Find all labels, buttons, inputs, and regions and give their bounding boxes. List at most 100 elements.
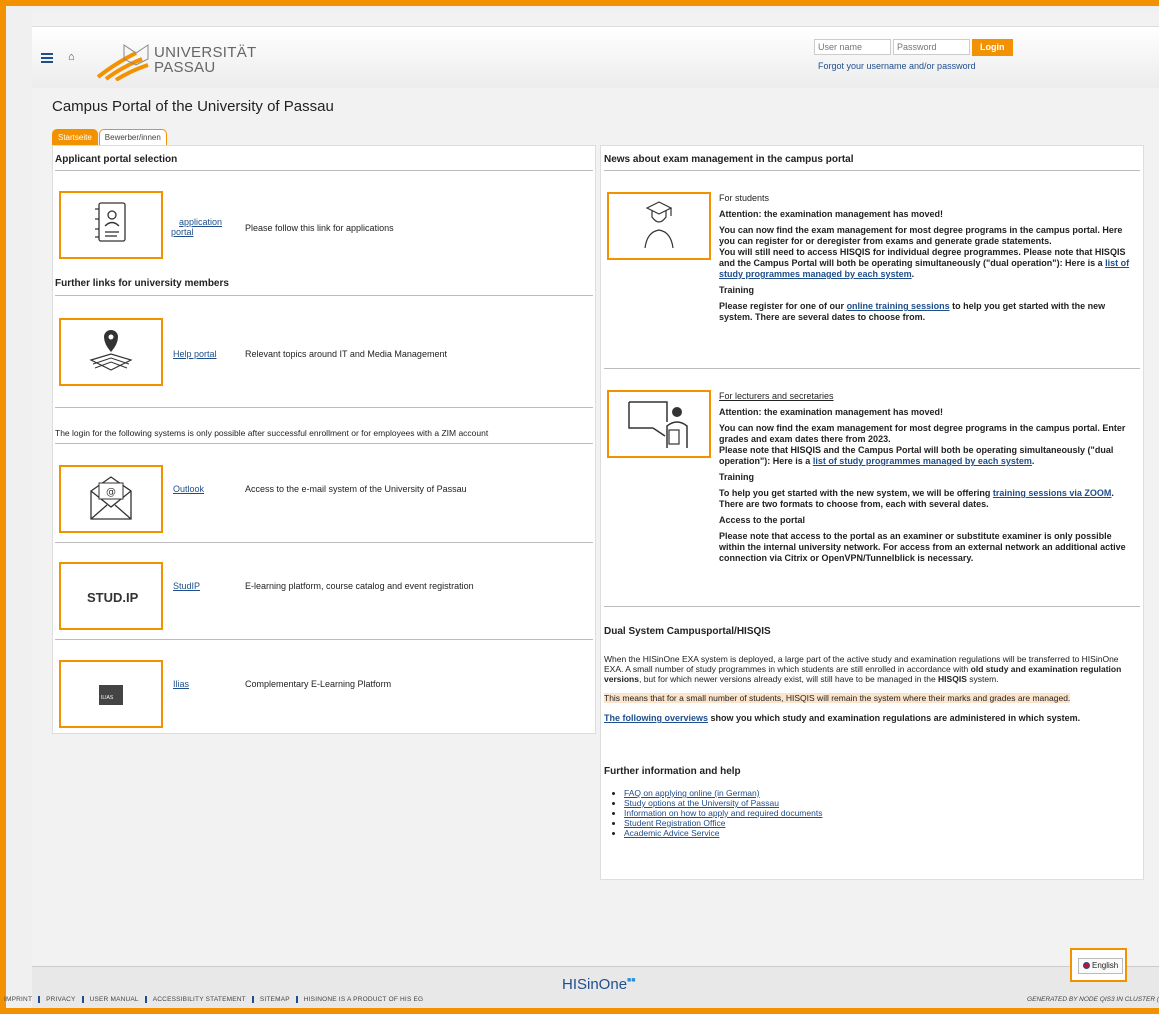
forgot-credentials-link[interactable]: Forgot your username and/or password: [818, 61, 976, 71]
divider: [55, 639, 593, 640]
presenter-board-icon: [628, 401, 688, 448]
application-icon-box[interactable]: [59, 191, 163, 259]
university-logo[interactable]: UNIVERSITÄT PASSAU: [96, 41, 257, 82]
home-icon[interactable]: ⌂: [68, 51, 75, 63]
lecturers-p1: You can now find the exam management for…: [719, 423, 1126, 444]
map-pin-book-icon: [89, 330, 133, 371]
right-panel: News about exam management in the campus…: [600, 145, 1144, 880]
list-item: Study options at the University of Passa…: [624, 798, 822, 808]
outlook-desc: Access to the e-mail system of the Unive…: [245, 484, 467, 494]
hisinone-logo: HISinOne■■: [562, 976, 636, 993]
studip-icon-box[interactable]: STUD.IP: [59, 562, 163, 630]
faq-link[interactable]: FAQ on applying online (in German): [624, 788, 760, 798]
help-portal-desc: Relevant topics around IT and Media Mana…: [245, 349, 447, 359]
news-title: News about exam management in the campus…: [604, 154, 854, 165]
login-form: Login: [814, 39, 1013, 56]
password-input[interactable]: [893, 39, 970, 55]
envelope-icon: @: [90, 476, 132, 520]
help-list: FAQ on applying online (in German) Study…: [604, 788, 822, 838]
application-desc: Please follow this link for applications: [245, 223, 394, 233]
list-item: Student Registration Office: [624, 818, 822, 828]
footer-his-link[interactable]: HISINONE IS A PRODUCT OF HIS EG: [304, 996, 424, 1003]
apply-info-link[interactable]: Information on how to apply and required…: [624, 808, 822, 818]
username-input[interactable]: [814, 39, 891, 55]
studip-desc: E-learning platform, course catalog and …: [245, 581, 474, 591]
header: ⌂ UNIVERSITÄT PASSAU Login Forgot your u…: [32, 26, 1159, 88]
list-item: Information on how to apply and required…: [624, 808, 822, 818]
left-panel: Applicant portal selection application p…: [52, 145, 596, 734]
lecturers-attention: Attention: the examination management ha…: [719, 407, 944, 417]
svg-text:@: @: [106, 487, 116, 498]
application-portal-link[interactable]: application portal: [171, 217, 222, 237]
tab-startseite[interactable]: Startseite: [52, 129, 98, 145]
page-content: ⌂ UNIVERSITÄT PASSAU Login Forgot your u…: [4, 12, 1159, 1008]
outlook-link[interactable]: Outlook: [173, 484, 204, 494]
advice-service-link[interactable]: Academic Advice Service: [624, 828, 719, 838]
ilias-icon-box[interactable]: ILIAS: [59, 660, 163, 728]
lecturers-training-heading: Training: [719, 472, 755, 482]
dual-system-text: When the HISinOne EXA system is deployed…: [604, 654, 1122, 723]
studip-logo: STUD.IP: [87, 590, 139, 605]
outlook-icon-box[interactable]: @: [59, 465, 163, 533]
list-item: FAQ on applying online (in German): [624, 788, 822, 798]
students-training-heading: Training: [719, 285, 755, 295]
lecturers-heading-link[interactable]: For lecturers and secretaries: [719, 391, 834, 401]
access-heading: Access to the portal: [719, 515, 806, 525]
divider: [55, 295, 593, 296]
help-portal-icon-box[interactable]: [59, 318, 163, 386]
logo-text-line2: PASSAU: [154, 59, 216, 76]
tab-bewerber[interactable]: Bewerber/innen: [98, 129, 167, 145]
tab-bar: Startseite Bewerber/innen: [52, 129, 168, 145]
address-book-icon: [95, 202, 126, 242]
study-options-link[interactable]: Study options at the University of Passa…: [624, 798, 779, 808]
students-p1: You can now find the exam management for…: [719, 225, 1123, 246]
dual-highlight: This means that for a small number of st…: [604, 693, 1071, 703]
graduate-icon: [644, 201, 674, 249]
students-icon-box: [607, 192, 711, 260]
students-news: For students Attention: the examination …: [719, 193, 1137, 328]
lecturers-list-link[interactable]: list of study programmes managed by each…: [813, 456, 1032, 466]
footer-sitemap-link[interactable]: SITEMAP: [260, 996, 290, 1003]
footer: HISinOne■■ IMPRINT PRIVACY USER MANUAL ACCE…: [4, 966, 1159, 1008]
overviews-link[interactable]: The following overviews: [604, 713, 708, 723]
registration-office-link[interactable]: Student Registration Office: [624, 818, 725, 828]
generated-by-text: GENERATED BY NODE QIS3 IN CLUSTER (: [1027, 996, 1159, 1003]
help-title: Further information and help: [604, 766, 741, 777]
applicant-portal-title: Applicant portal selection: [55, 154, 178, 165]
footer-privacy-link[interactable]: PRIVACY: [46, 996, 75, 1003]
further-links-title: Further links for university members: [55, 278, 229, 289]
language-selector-box: English: [1070, 948, 1127, 982]
footer-accessibility-link[interactable]: ACCESSIBILITY STATEMENT: [153, 996, 246, 1003]
divider: [604, 368, 1140, 369]
list-item: Academic Advice Service: [624, 828, 822, 838]
online-training-link[interactable]: online training sessions: [847, 301, 950, 311]
footer-links: IMPRINT PRIVACY USER MANUAL ACCESSIBILITY S…: [4, 996, 423, 1003]
login-button[interactable]: Login: [972, 39, 1013, 56]
ilias-link[interactable]: Ilias: [173, 679, 189, 689]
footer-manual-link[interactable]: USER MANUAL: [90, 996, 139, 1003]
menu-icon[interactable]: [41, 53, 53, 63]
students-heading-link[interactable]: For students: [719, 193, 769, 203]
divider: [604, 170, 1140, 171]
divider: [55, 443, 593, 444]
dual-system-title: Dual System Campusportal/HISQIS: [604, 626, 771, 637]
divider: [604, 606, 1140, 607]
divider: [55, 542, 593, 543]
lecturers-icon-box: [607, 390, 711, 458]
login-note: The login for the following systems is o…: [55, 428, 489, 438]
logo-text-line1: UNIVERSITÄT: [154, 44, 257, 61]
divider: [55, 407, 593, 408]
language-button[interactable]: English: [1078, 958, 1124, 974]
access-text: Please note that access to the portal as…: [719, 531, 1126, 563]
lecturers-news: For lecturers and secretaries Attention:…: [719, 391, 1137, 569]
ilias-desc: Complementary E-Learning Platform: [245, 679, 392, 689]
studip-link[interactable]: StudIP: [173, 581, 200, 591]
flag-icon: [1083, 962, 1090, 970]
page-title: Campus Portal of the University of Passa…: [52, 98, 334, 115]
help-portal-link[interactable]: Help portal: [173, 349, 217, 359]
divider: [55, 170, 593, 171]
ilias-logo: ILIAS: [101, 695, 114, 701]
students-attention: Attention: the examination management ha…: [719, 209, 944, 219]
zoom-training-link[interactable]: training sessions via ZOOM: [993, 488, 1112, 498]
footer-imprint-link[interactable]: IMPRINT: [4, 996, 32, 1003]
